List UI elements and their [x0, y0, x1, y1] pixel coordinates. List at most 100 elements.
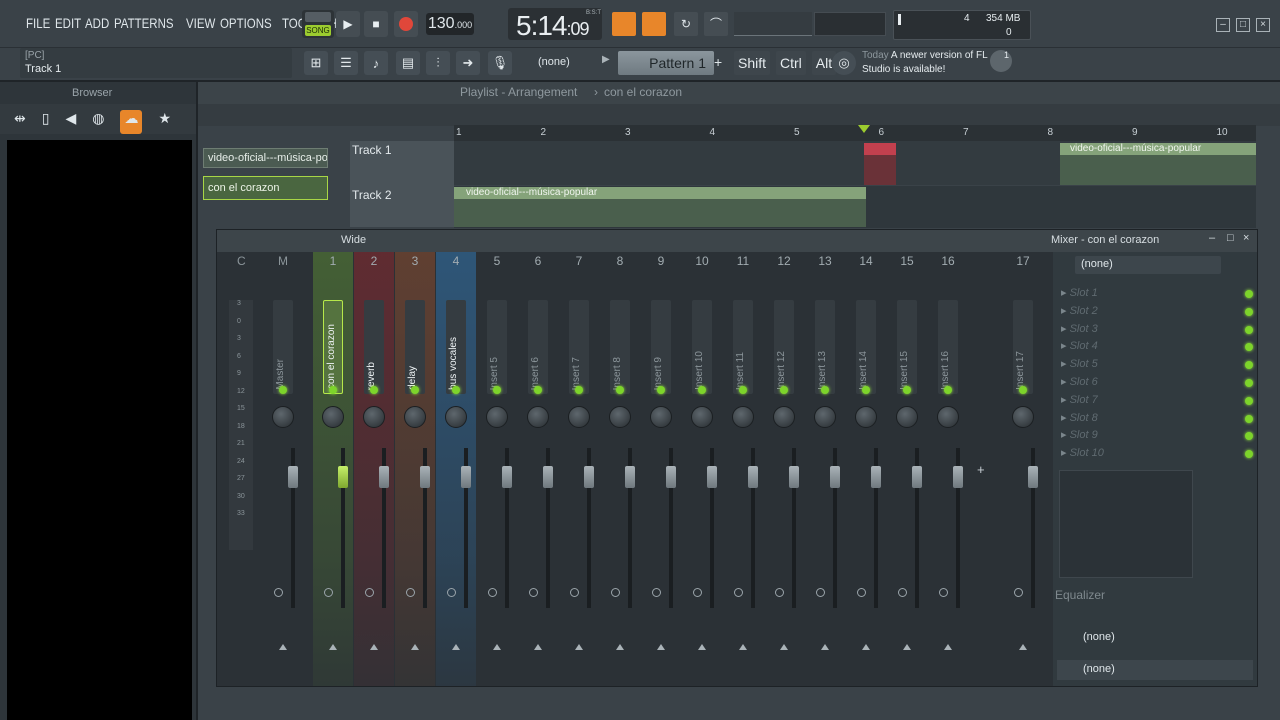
- menu-patterns[interactable]: PATTERNS: [114, 15, 174, 31]
- pan-knob[interactable]: [855, 406, 877, 428]
- pan-knob[interactable]: [527, 406, 549, 428]
- strip-enable-led[interactable]: [821, 386, 829, 394]
- mixer-icon[interactable]: ⫶: [426, 51, 450, 75]
- volume-fader[interactable]: [912, 466, 922, 488]
- route-icon[interactable]: [529, 588, 538, 597]
- timeline-ruler[interactable]: 1 2 3 4 5 6 7 8 9 10: [454, 125, 1256, 141]
- strip-enable-led[interactable]: [411, 386, 419, 394]
- star-icon[interactable]: ★: [158, 110, 171, 134]
- mixer-strip-11[interactable]: 11 Insert 11: [723, 252, 763, 686]
- mixer-strip-6[interactable]: 6 Insert 6: [518, 252, 558, 686]
- strip-enable-led[interactable]: [493, 386, 501, 394]
- audio-clip-small[interactable]: [864, 143, 896, 185]
- strip-name-box[interactable]: Insert 11: [733, 300, 753, 394]
- browser-icon[interactable]: ▤: [396, 51, 420, 75]
- effect-slot-10[interactable]: ▸ Slot 10: [1061, 446, 1253, 462]
- mixer-strip-10[interactable]: 10 Insert 10: [682, 252, 722, 686]
- slot-enable-led[interactable]: [1245, 414, 1253, 423]
- strip-name-box[interactable]: Insert 6: [528, 300, 548, 394]
- feedback-icon[interactable]: ◎: [832, 51, 856, 75]
- output-dropdown-2[interactable]: (none): [1057, 660, 1253, 680]
- effect-slot-5[interactable]: ▸ Slot 5: [1061, 357, 1253, 373]
- menu-file[interactable]: FILE: [26, 15, 50, 31]
- stop-button[interactable]: ■: [364, 11, 388, 37]
- strip-name-box[interactable]: Insert 13: [815, 300, 835, 394]
- volume-fader[interactable]: [543, 466, 553, 488]
- volume-fader[interactable]: [1028, 466, 1038, 488]
- close-button[interactable]: ×: [1256, 18, 1270, 32]
- mixer-strip-8[interactable]: 8 Insert 8: [600, 252, 640, 686]
- strip-enable-led[interactable]: [534, 386, 542, 394]
- effect-slot-2[interactable]: ▸ Slot 2: [1061, 304, 1253, 320]
- route-icon[interactable]: [816, 588, 825, 597]
- route-icon[interactable]: [274, 588, 283, 597]
- volume-fader[interactable]: [338, 466, 348, 488]
- strip-enable-led[interactable]: [903, 386, 911, 394]
- route-icon[interactable]: [611, 588, 620, 597]
- piano-roll-icon[interactable]: ♪: [364, 51, 388, 75]
- plugin-picker-icon[interactable]: ➜: [456, 51, 480, 75]
- volume-fader[interactable]: [461, 466, 471, 488]
- pan-knob[interactable]: [773, 406, 795, 428]
- modifier-shift-button[interactable]: Shift: [734, 51, 771, 75]
- mixer-minimize-icon[interactable]: –: [1209, 232, 1215, 244]
- effect-slot-9[interactable]: ▸ Slot 9: [1061, 428, 1253, 444]
- strip-name-box[interactable]: Insert 12: [774, 300, 794, 394]
- send-arrow-icon[interactable]: [534, 644, 542, 650]
- send-arrow-icon[interactable]: [493, 644, 501, 650]
- snap-dropdown[interactable]: (none): [532, 54, 602, 72]
- volume-fader[interactable]: [789, 466, 799, 488]
- route-icon[interactable]: [693, 588, 702, 597]
- eq-graph[interactable]: [1059, 470, 1193, 578]
- effect-slot-8[interactable]: ▸ Slot 8: [1061, 411, 1253, 427]
- route-icon[interactable]: [857, 588, 866, 597]
- mixer-strip-12[interactable]: 12 Insert 12: [764, 252, 804, 686]
- pan-knob[interactable]: [609, 406, 631, 428]
- mixer-strip-1[interactable]: 1 con el corazon: [313, 252, 353, 686]
- volume-fader[interactable]: [666, 466, 676, 488]
- channel-rack-icon[interactable]: ☰: [334, 51, 358, 75]
- strip-name-box[interactable]: Insert 10: [692, 300, 712, 394]
- send-arrow-icon[interactable]: [780, 644, 788, 650]
- speaker-icon[interactable]: ◀: [65, 110, 76, 134]
- volume-fader[interactable]: [625, 466, 635, 488]
- mixer-strip-14[interactable]: 14 Insert 14: [846, 252, 886, 686]
- mixer-strip-15[interactable]: 15 Insert 15: [887, 252, 927, 686]
- menu-options[interactable]: OPTIONS: [220, 15, 272, 31]
- add-pattern-button[interactable]: +: [714, 54, 728, 72]
- pan-knob[interactable]: [732, 406, 754, 428]
- metronome-icon[interactable]: ⌒: [704, 12, 728, 36]
- strip-enable-led[interactable]: [657, 386, 665, 394]
- countdown-icon[interactable]: [642, 12, 666, 36]
- route-icon[interactable]: [652, 588, 661, 597]
- effect-slot-7[interactable]: ▸ Slot 7: [1061, 393, 1253, 409]
- audio-clip-track2[interactable]: video-oficial---música-popular: [454, 187, 866, 227]
- slot-enable-led[interactable]: [1245, 396, 1253, 405]
- volume-fader[interactable]: [379, 466, 389, 488]
- pan-knob[interactable]: [650, 406, 672, 428]
- modifier-ctrl-button[interactable]: Ctrl: [776, 51, 806, 75]
- strip-name-box[interactable]: Insert 5: [487, 300, 507, 394]
- news-count[interactable]: 1: [990, 50, 1012, 72]
- loop-record-icon[interactable]: ↻: [674, 12, 698, 36]
- send-arrow-icon[interactable]: [452, 644, 460, 650]
- cpu-monitor[interactable]: 4 354 MB 0: [893, 10, 1031, 40]
- playlist-header[interactable]: Playlist - Arrangement › con el corazon: [198, 82, 1280, 104]
- master-volume-slider[interactable]: [734, 12, 812, 36]
- slot-enable-led[interactable]: [1245, 379, 1253, 387]
- route-icon[interactable]: [898, 588, 907, 597]
- globe-icon[interactable]: ◍: [92, 110, 104, 134]
- slot-enable-led[interactable]: [1245, 325, 1253, 334]
- strip-name-box[interactable]: Insert 16: [938, 300, 958, 394]
- audio-clip-track1[interactable]: video-oficial---música-popular: [1060, 143, 1256, 185]
- strip-name-box[interactable]: Master: [273, 300, 293, 394]
- volume-fader[interactable]: [420, 466, 430, 488]
- send-arrow-icon[interactable]: [279, 644, 287, 650]
- strip-enable-led[interactable]: [370, 386, 378, 394]
- microphone-icon[interactable]: 🎙: [488, 51, 512, 75]
- send-arrow-icon[interactable]: [657, 644, 665, 650]
- mixer-strip-master[interactable]: Master: [263, 252, 303, 686]
- strip-enable-led[interactable]: [739, 386, 747, 394]
- clip-item-corazon[interactable]: con el corazon: [203, 176, 328, 200]
- slot-enable-led[interactable]: [1245, 307, 1253, 316]
